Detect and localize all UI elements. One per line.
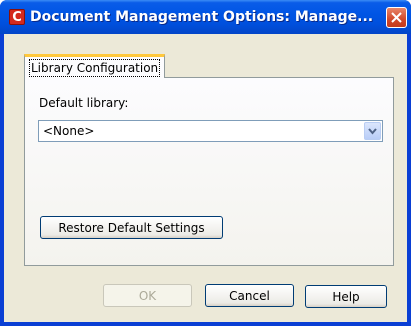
window-title: Document Management Options: Manage... — [30, 9, 374, 25]
close-icon — [391, 12, 402, 23]
app-icon: C — [9, 9, 25, 25]
default-library-value: <None> — [43, 124, 95, 138]
default-library-select[interactable]: <None> — [38, 120, 383, 142]
chevron-down-icon — [368, 128, 377, 135]
cancel-button[interactable]: Cancel — [205, 284, 294, 307]
restore-defaults-label: Restore Default Settings — [58, 221, 205, 235]
title-bar[interactable]: C Document Management Options: Manage... — [0, 0, 411, 34]
tab-library-configuration[interactable]: Library Configuration — [24, 54, 165, 78]
ok-label: OK — [138, 289, 157, 303]
ok-button[interactable]: OK — [103, 284, 192, 307]
help-button[interactable]: Help — [305, 285, 387, 308]
cancel-label: Cancel — [229, 289, 270, 303]
restore-defaults-button[interactable]: Restore Default Settings — [40, 216, 223, 239]
default-library-label: Default library: — [39, 96, 129, 110]
dropdown-button[interactable] — [364, 122, 381, 140]
close-button[interactable] — [386, 7, 407, 28]
tab-label: Library Configuration — [29, 59, 161, 77]
help-label: Help — [332, 290, 360, 304]
